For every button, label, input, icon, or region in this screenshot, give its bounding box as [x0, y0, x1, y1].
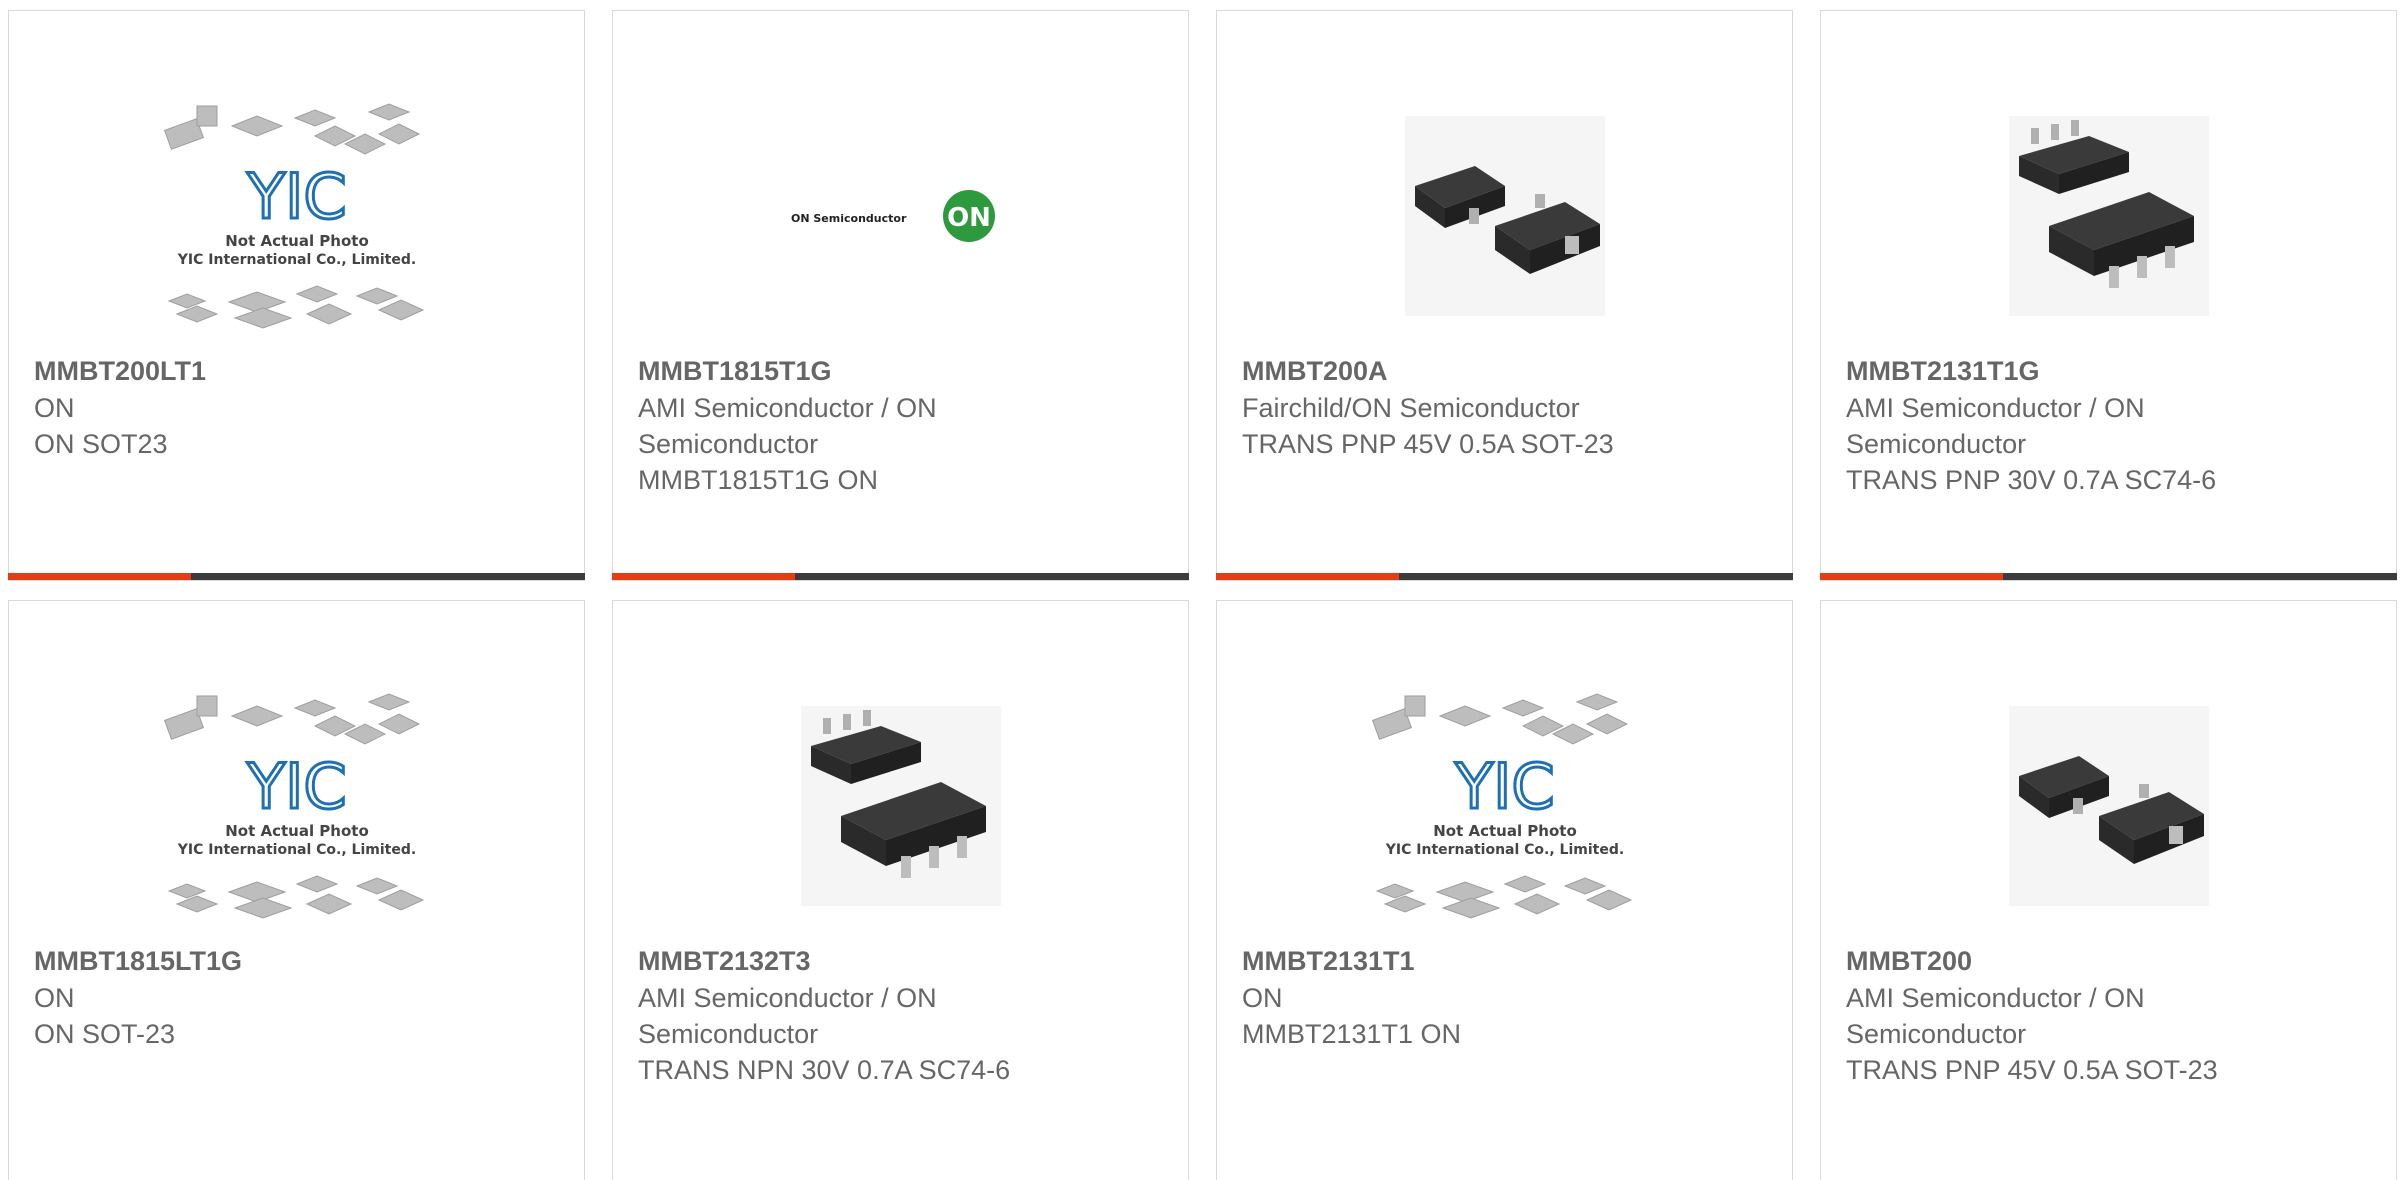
card-footer-bar	[8, 573, 585, 580]
part-number[interactable]: MMBT2132T3	[638, 943, 1168, 980]
placeholder-company: YIC International Co., Limited.	[176, 252, 415, 268]
product-image[interactable]: ON Semiconductor ON	[613, 71, 1188, 361]
placeholder-company: YIC International Co., Limited.	[1384, 842, 1623, 858]
manufacturer: Fairchild/ON Semiconductor	[1242, 393, 1580, 423]
product-grid: YIC Not Actual Photo YIC International C…	[0, 0, 2400, 1180]
product-image[interactable]: YIC Not Actual Photo YIC International C…	[9, 661, 584, 951]
placeholder-company: YIC International Co., Limited.	[176, 842, 415, 858]
product-image[interactable]	[1821, 71, 2396, 361]
card-footer-bar	[1820, 573, 2397, 580]
part-number[interactable]: MMBT2131T1	[1242, 943, 1772, 980]
part-number[interactable]: MMBT200	[1846, 943, 2376, 980]
on-wordmark: ON Semiconductor	[791, 212, 907, 225]
manufacturer-cont: Semiconductor	[1846, 429, 2027, 459]
description: MMBT1815T1G ON	[638, 465, 879, 495]
description: MMBT2131T1 ON	[1242, 1019, 1462, 1049]
manufacturer: AMI Semiconductor / ON	[1846, 393, 2145, 423]
product-card[interactable]: YIC Not Actual Photo YIC International C…	[8, 10, 585, 581]
placeholder-caption: Not Actual Photo	[1433, 822, 1577, 840]
on-badge: ON	[947, 203, 991, 233]
product-card[interactable]: MMBT200A Fairchild/ON Semiconductor TRAN…	[1216, 10, 1793, 581]
card-footer-bar	[612, 573, 1189, 580]
manufacturer-cont: Semiconductor	[638, 1019, 819, 1049]
description: TRANS NPN 30V 0.7A SC74-6	[638, 1055, 1011, 1085]
on-semiconductor-logo-icon: ON Semiconductor ON	[791, 190, 995, 242]
sot23-package-icon	[2008, 706, 2209, 906]
product-image[interactable]: YIC Not Actual Photo YIC International C…	[1217, 661, 1792, 951]
manufacturer: ON	[34, 393, 75, 423]
description: TRANS PNP 45V 0.5A SOT-23	[1242, 429, 1614, 459]
manufacturer: AMI Semiconductor / ON	[1846, 983, 2145, 1013]
part-number[interactable]: MMBT1815LT1G	[34, 943, 564, 980]
placeholder-image-icon: YIC Not Actual Photo YIC International C…	[163, 693, 424, 919]
description: ON SOT-23	[34, 1019, 176, 1049]
placeholder-caption: Not Actual Photo	[225, 822, 369, 840]
yic-logo: YIC	[246, 160, 346, 233]
part-number[interactable]: MMBT200A	[1242, 353, 1772, 390]
manufacturer-cont: Semiconductor	[1846, 1019, 2027, 1049]
product-image[interactable]	[1821, 661, 2396, 951]
product-card[interactable]: MMBT2131T1G AMI Semiconductor / ON Semic…	[1820, 10, 2397, 581]
part-number[interactable]: MMBT200LT1	[34, 353, 564, 390]
product-card[interactable]: ON Semiconductor ON MMBT1815T1G AMI Semi…	[612, 10, 1189, 581]
product-card[interactable]: YIC Not Actual Photo YIC International C…	[8, 600, 585, 1180]
manufacturer: AMI Semiconductor / ON	[638, 983, 937, 1013]
manufacturer-cont: Semiconductor	[638, 429, 819, 459]
manufacturer: ON	[1242, 983, 1283, 1013]
product-card[interactable]: YIC Not Actual Photo YIC International C…	[1216, 600, 1793, 1180]
product-card[interactable]: MMBT2132T3 AMI Semiconductor / ON Semico…	[612, 600, 1189, 1180]
product-image[interactable]: YIC Not Actual Photo YIC International C…	[9, 71, 584, 361]
product-card[interactable]: MMBT200 AMI Semiconductor / ON Semicondu…	[1820, 600, 2397, 1180]
product-image[interactable]	[1217, 71, 1792, 361]
card-footer-bar	[1216, 573, 1793, 580]
part-number[interactable]: MMBT2131T1G	[1846, 353, 2376, 390]
placeholder-caption: Not Actual Photo	[225, 232, 369, 250]
placeholder-image-icon: YIC Not Actual Photo YIC International C…	[163, 103, 424, 329]
sot23-package-icon	[1404, 116, 1605, 316]
manufacturer: ON	[34, 983, 75, 1013]
placeholder-image-icon: YIC Not Actual Photo YIC International C…	[1371, 693, 1632, 919]
sc74-package-icon	[800, 706, 1001, 906]
description: ON SOT23	[34, 429, 168, 459]
product-image[interactable]	[613, 661, 1188, 951]
description: TRANS PNP 30V 0.7A SC74-6	[1846, 465, 2217, 495]
part-number[interactable]: MMBT1815T1G	[638, 353, 1168, 390]
yic-logo: YIC	[1454, 750, 1554, 823]
sc74-package-icon	[2008, 116, 2209, 316]
manufacturer: AMI Semiconductor / ON	[638, 393, 937, 423]
description: TRANS PNP 45V 0.5A SOT-23	[1846, 1055, 2218, 1085]
yic-logo: YIC	[246, 750, 346, 823]
